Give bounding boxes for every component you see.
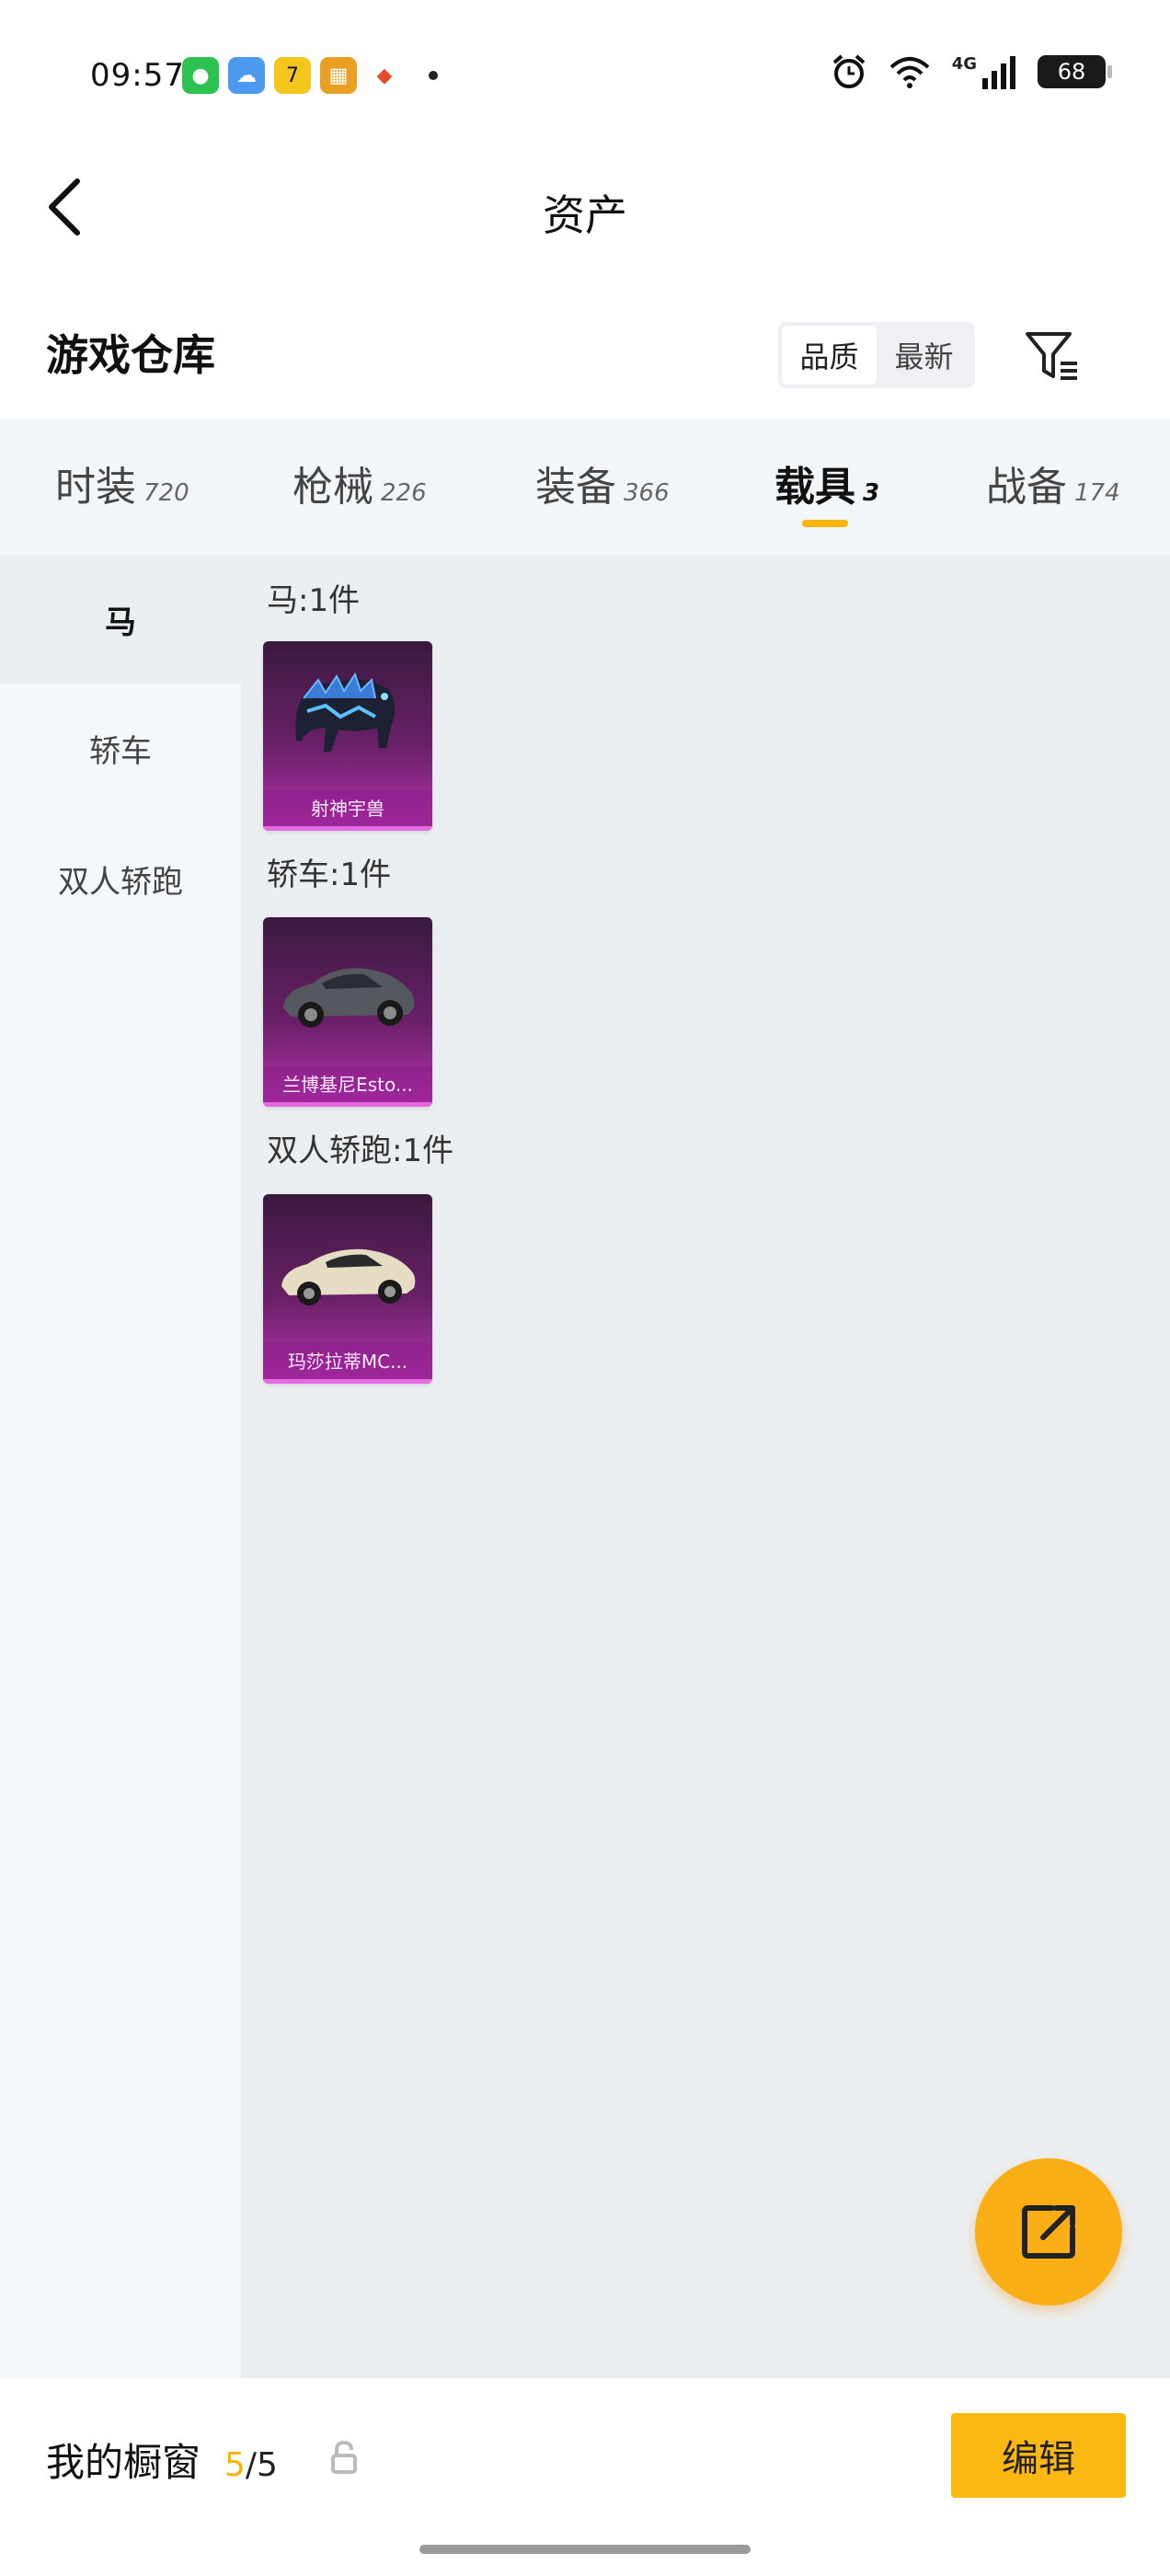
item-name: 兰博基尼Esto... [263, 1066, 432, 1103]
section-label-coupe: 双人轿跑:1件 [267, 1133, 454, 1169]
status-time: 09:57 [90, 57, 185, 94]
item-card[interactable]: 射神宇兽 [263, 641, 432, 831]
sedan-car-image [283, 968, 415, 1028]
sort-toggle: 品质 最新 [778, 322, 975, 388]
tab-count: 3 [863, 479, 880, 507]
tab-count: 226 [381, 479, 427, 507]
tab-firearms[interactable]: 枪械 226 [292, 454, 427, 512]
item-name: 射神宇兽 [263, 790, 432, 827]
edit-button[interactable]: 编辑 [951, 2413, 1126, 2498]
wechat-icon: ● [182, 57, 219, 94]
warehouse-header: 游戏仓库 品质 最新 [0, 304, 1170, 405]
filter-icon [1026, 332, 1077, 380]
content-area: 马 轿车 双人轿跑 马:1件 射神宇兽 轿车:1件 兰博基尼Esto... 双人… [0, 555, 1170, 2378]
tab-equipment[interactable]: 装备 366 [535, 454, 670, 512]
mount-beast-image [295, 672, 396, 752]
showcase-count: 5/5 [224, 2446, 278, 2484]
showcase-count-current: 5 [224, 2446, 246, 2484]
tab-label: 载具 [774, 464, 855, 511]
tab-label: 装备 [535, 464, 616, 511]
game-news-icon: ▦ [320, 57, 357, 94]
more-notifications-dot [429, 71, 438, 80]
showcase-count-total: /5 [245, 2446, 278, 2484]
sort-newest-button[interactable]: 最新 [877, 326, 971, 385]
app-seven-icon: 7 [274, 57, 311, 94]
status-bar: 09:57 ● ☁ 7 ▦ ◆ 4G 68 [0, 0, 1170, 147]
tab-combat-gear[interactable]: 战备 174 [986, 454, 1120, 512]
sidebar-item-horse[interactable]: 马 [0, 555, 241, 684]
home-indicator[interactable] [419, 2545, 751, 2554]
lock-icon [331, 2440, 357, 2474]
sort-quality-button[interactable]: 品质 [782, 326, 877, 385]
tab-count: 366 [624, 479, 670, 507]
tab-fashion[interactable]: 时装 720 [55, 454, 189, 512]
network-type: 4G [951, 53, 977, 74]
warehouse-title: 游戏仓库 [46, 330, 215, 380]
section-label-horse: 马:1件 [267, 582, 361, 619]
tab-label: 时装 [55, 464, 136, 511]
weather-icon: ☁ [228, 57, 265, 94]
notification-icons: ● ☁ 7 ▦ ◆ [182, 57, 438, 94]
coupe-car-image [281, 1248, 416, 1305]
gamepad-icon: ◆ [366, 57, 403, 94]
active-tab-indicator [802, 520, 848, 527]
showcase-label: 我的橱窗 [46, 2440, 201, 2485]
status-right: 4G 68 [831, 53, 1112, 90]
bottom-bar: 我的橱窗 5/5 编辑 [0, 2378, 1170, 2576]
item-card[interactable]: 兰博基尼Esto... [263, 917, 432, 1107]
section-label-sedan: 轿车:1件 [267, 857, 392, 893]
sidebar-item-coupe[interactable]: 双人轿跑 [0, 814, 241, 943]
page-title: 资产 [543, 190, 627, 240]
showcase-label-group: 我的橱窗 5/5 [46, 2432, 278, 2488]
external-link-icon [1022, 2205, 1075, 2259]
battery-icon: 68 [1038, 55, 1112, 88]
title-bar: 资产 [0, 147, 1170, 267]
sidebar-item-sedan[interactable]: 轿车 [0, 684, 241, 812]
tab-vehicles[interactable]: 载具 3 [774, 454, 879, 512]
tab-count: 720 [143, 479, 189, 507]
filter-button[interactable] [1019, 324, 1084, 388]
item-name: 玛莎拉蒂MC... [263, 1343, 432, 1380]
tab-label: 枪械 [292, 464, 373, 511]
tab-label: 战备 [986, 464, 1067, 511]
signal-icon [982, 56, 1015, 89]
category-tabs: 时装 720 枪械 226 装备 366 载具 3 战备 174 [0, 419, 1170, 555]
sidebar: 马 轿车 双人轿跑 [0, 555, 241, 2378]
alarm-icon [832, 54, 866, 88]
item-card[interactable]: 玛莎拉蒂MC... [263, 1194, 432, 1384]
wifi-icon [889, 57, 930, 88]
tab-count: 174 [1074, 479, 1120, 507]
share-fab-button[interactable] [975, 2158, 1122, 2306]
